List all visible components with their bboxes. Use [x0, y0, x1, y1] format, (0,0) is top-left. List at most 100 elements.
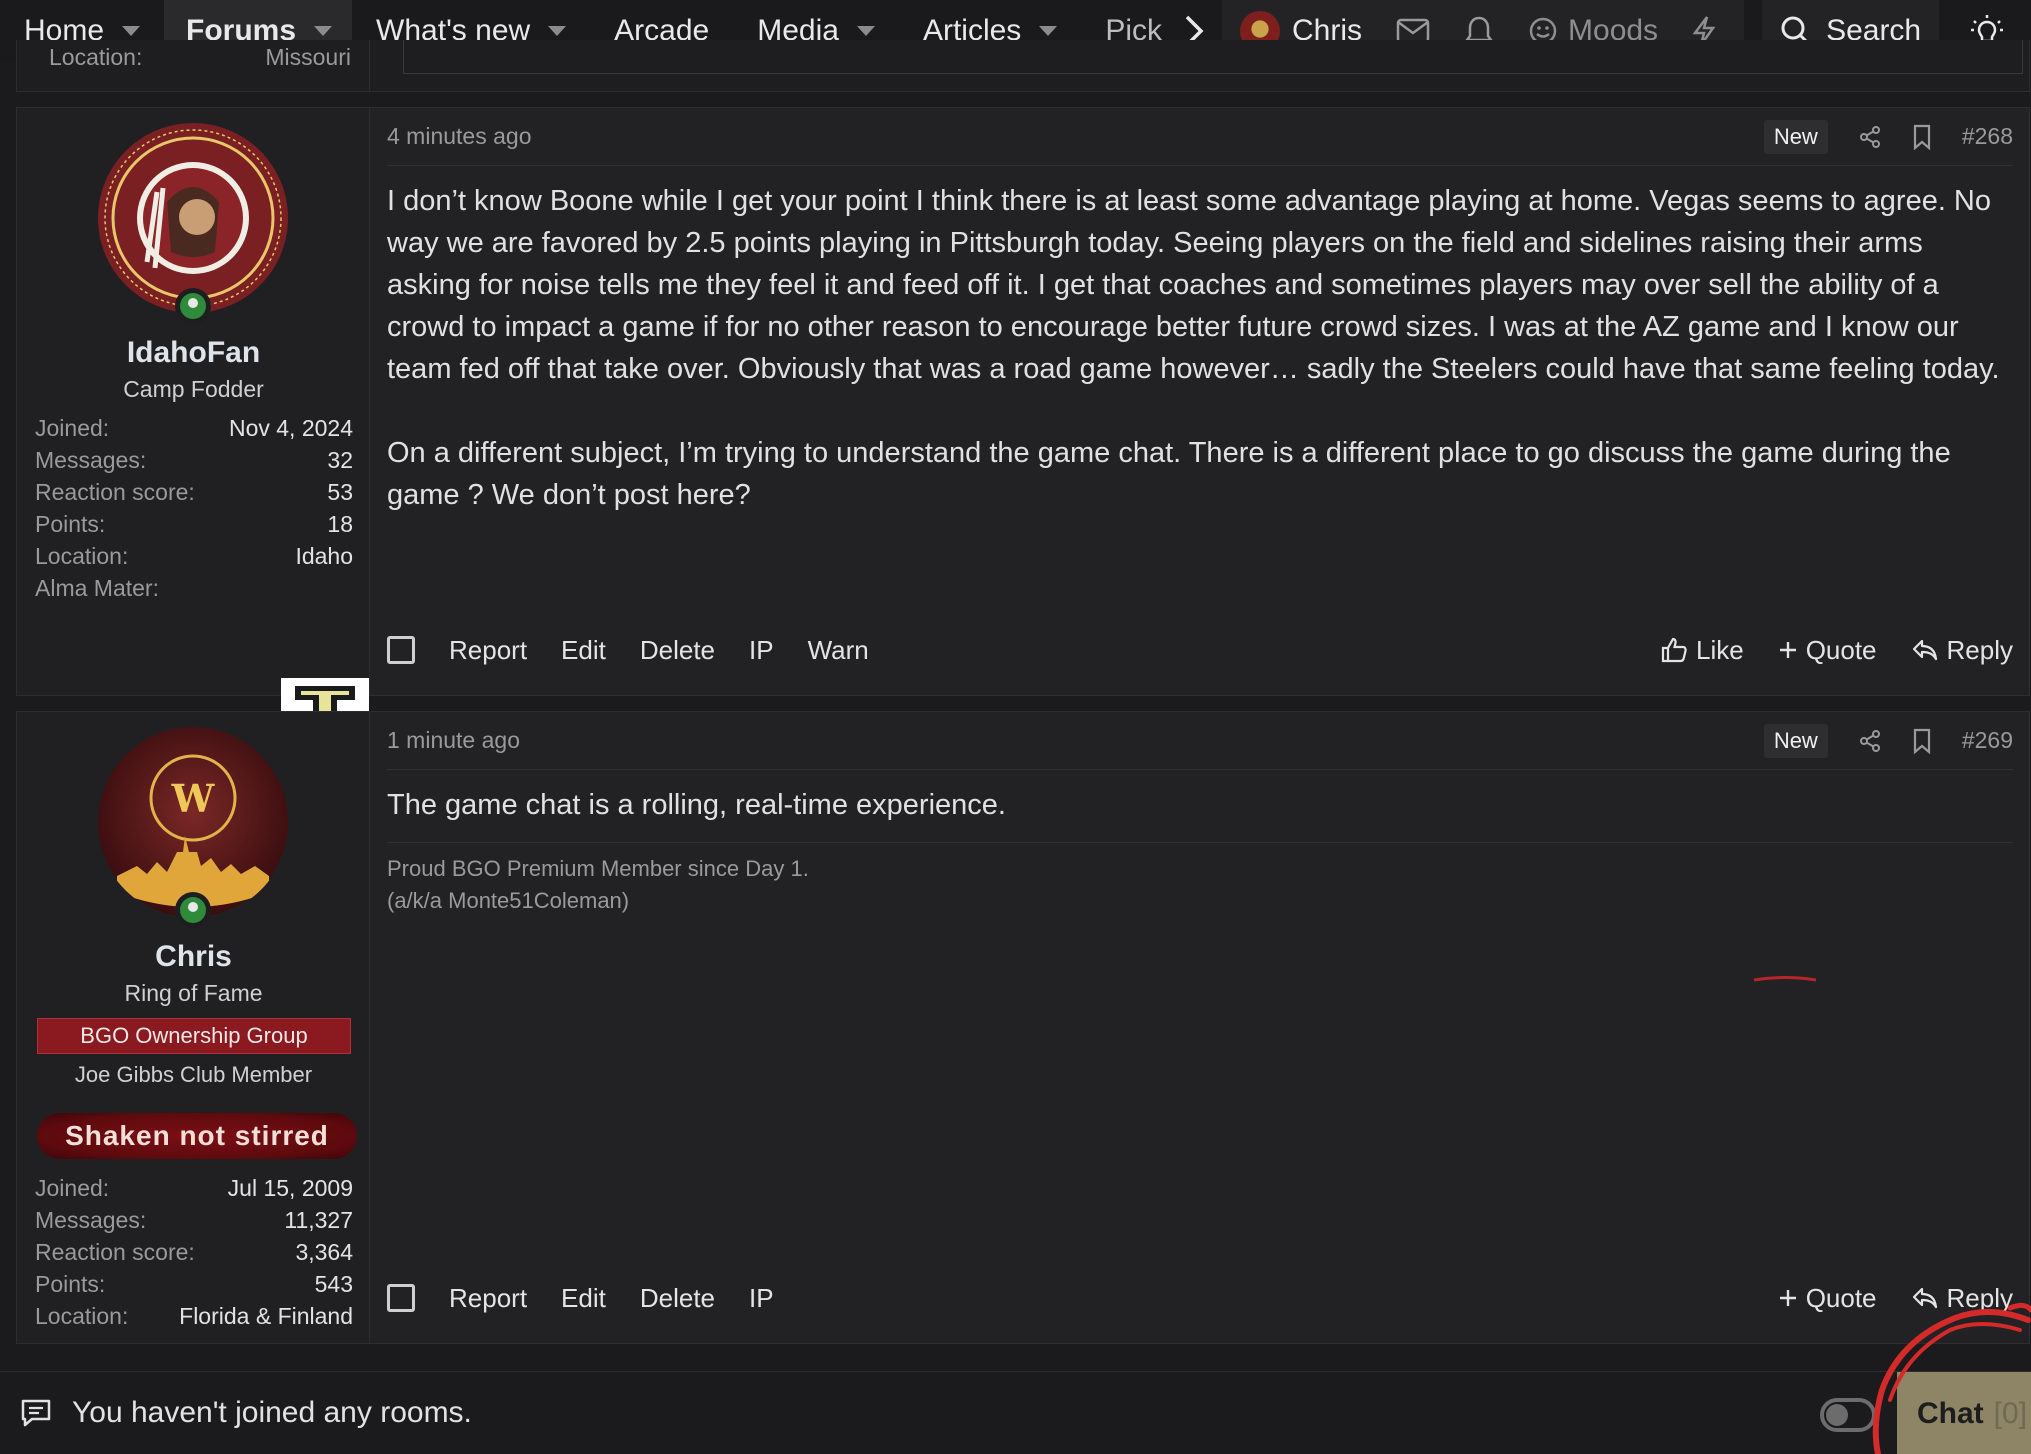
chat-button[interactable]: Chat [0] [1897, 1372, 2031, 1454]
stat-joined: Joined: Jul 15, 2009 [35, 1172, 353, 1204]
online-status-icon [175, 288, 211, 324]
report-link[interactable]: Report [449, 1283, 527, 1314]
user-group-banner: BGO Ownership Group [37, 1018, 351, 1054]
stat-value: Missouri [265, 44, 351, 70]
post-meta: 1 minute ago New #269 [387, 712, 2013, 770]
stat-value[interactable]: 11,327 [284, 1204, 353, 1236]
chevron-down-icon[interactable] [314, 26, 333, 36]
new-badge: New [1763, 119, 1828, 154]
like-label: Like [1695, 634, 1744, 665]
delete-link[interactable]: Delete [640, 635, 715, 666]
stat-key: Reaction score: [35, 479, 195, 505]
stat-key: Messages: [35, 1207, 147, 1233]
annotation-mark [1753, 976, 1817, 982]
new-badge: New [1763, 723, 1828, 758]
stat-key: Reaction score: [35, 1239, 195, 1265]
post-text: I don’t know Boone while I get your poin… [387, 180, 2013, 516]
post-body: 1 minute ago New #269 The game chat is a… [387, 712, 2013, 1343]
delete-link[interactable]: Delete [640, 1283, 715, 1314]
previous-post-tail: Location: Missouri [16, 40, 2030, 92]
chevron-down-icon[interactable] [856, 26, 875, 36]
post-269: W Chris Ring of Fame BGO Ownership Group… [16, 711, 2030, 1344]
bookmark-icon[interactable] [1912, 124, 1932, 150]
post-timestamp[interactable]: 1 minute ago [387, 727, 520, 754]
chat-button-label: Chat [1917, 1396, 1984, 1430]
online-status-icon [175, 892, 211, 928]
stat-key: Points: [35, 1271, 106, 1297]
stat-location: Location: Idaho [35, 540, 353, 572]
user-cell: IdahoFan Camp Fodder Joined: Nov 4, 2024 … [17, 108, 370, 778]
warn-link[interactable]: Warn [808, 635, 869, 666]
prev-post-body [403, 40, 2023, 74]
stat-key: Location: [49, 44, 143, 70]
chat-count: [0] [1993, 1396, 2028, 1430]
avatar[interactable] [97, 122, 289, 314]
ip-link[interactable]: IP [749, 1283, 774, 1314]
stat-reaction: Reaction score: 53 [35, 476, 353, 508]
edit-link[interactable]: Edit [561, 1283, 606, 1314]
post-body: 4 minutes ago New #268 I don’t know Boon… [387, 108, 2013, 695]
stat-messages: Messages: 11,327 [35, 1204, 353, 1236]
stat-value: Idaho [295, 543, 353, 569]
quote-label: Quote [1805, 634, 1877, 665]
reply-button[interactable]: Reply [1911, 635, 2013, 666]
stat-key: Points: [35, 511, 106, 537]
chevron-down-icon[interactable] [1039, 26, 1058, 36]
post-paragraph: The game chat is a rolling, real-time ex… [387, 789, 1006, 821]
stat-location: Location: Florida & Finland [35, 1300, 353, 1332]
share-icon[interactable] [1858, 125, 1882, 149]
stat-value[interactable]: 32 [327, 444, 353, 476]
stat-key: Joined: [35, 415, 110, 441]
svg-text:W: W [171, 776, 216, 821]
avatar[interactable]: W [97, 726, 289, 918]
user-stats: Joined: Jul 15, 2009 Messages: 11,327 Reac… [35, 1172, 353, 1332]
reply-icon [1911, 638, 1939, 662]
stat-key: Location: [35, 1303, 129, 1329]
stat-key: Alma Mater: [35, 575, 159, 601]
username[interactable]: Chris [17, 940, 370, 974]
stat-value: Florida & Finland [179, 1303, 353, 1329]
reply-label: Reply [1946, 1282, 2013, 1313]
stat-points: Points: 18 [35, 508, 353, 540]
stat-value[interactable]: 543 [315, 1268, 353, 1300]
post-timestamp[interactable]: 4 minutes ago [387, 123, 531, 150]
username[interactable]: IdahoFan [17, 336, 370, 370]
ip-link[interactable]: IP [749, 635, 774, 666]
plus-icon [1778, 640, 1798, 660]
stat-reaction: Reaction score: 3,364 [35, 1236, 353, 1268]
stat-value[interactable]: 18 [327, 508, 353, 540]
quote-button[interactable]: Quote [1778, 635, 1877, 666]
post-number[interactable]: #269 [1962, 727, 2013, 754]
post-actions: Report Edit Delete IP Warn Like Quote Re… [387, 625, 2013, 675]
reply-icon [1911, 1286, 1939, 1310]
chat-toggle[interactable] [1820, 1398, 1876, 1432]
bookmark-icon[interactable] [1912, 728, 1932, 754]
chevron-down-icon[interactable] [122, 26, 141, 36]
quote-label: Quote [1805, 1282, 1877, 1313]
stat-key: Messages: [35, 447, 147, 473]
user-stats: Joined: Nov 4, 2024 Messages: 32 Reaction … [35, 412, 353, 604]
post-number[interactable]: #268 [1962, 123, 2013, 150]
edit-link[interactable]: Edit [561, 635, 606, 666]
thumbs-up-icon [1660, 636, 1688, 664]
stat-value: Nov 4, 2024 [228, 415, 353, 441]
prev-location: Location: Missouri [33, 44, 367, 71]
reply-label: Reply [1946, 634, 2013, 665]
divider [369, 40, 370, 92]
post-paragraph: On a different subject, I’m trying to un… [387, 437, 1951, 511]
share-icon[interactable] [1858, 729, 1882, 753]
like-button[interactable]: Like [1660, 635, 1744, 666]
user-cell: W Chris Ring of Fame BGO Ownership Group… [17, 712, 370, 1343]
chevron-down-icon[interactable] [548, 26, 567, 36]
chat-bubble-icon [20, 1398, 52, 1428]
post-paragraph: I don’t know Boone while I get your poin… [387, 185, 2000, 385]
report-link[interactable]: Report [449, 635, 527, 666]
select-checkbox[interactable] [387, 1284, 415, 1312]
reply-button[interactable]: Reply [1911, 1283, 2013, 1314]
stat-points: Points: 543 [35, 1268, 353, 1300]
user-title: Ring of Fame [124, 980, 263, 1006]
post-actions: Report Edit Delete IP Quote Reply [387, 1273, 2013, 1323]
select-checkbox[interactable] [387, 636, 415, 664]
quote-button[interactable]: Quote [1778, 1283, 1877, 1314]
signature-line: (a/k/a Monte51Coleman) [387, 888, 630, 913]
